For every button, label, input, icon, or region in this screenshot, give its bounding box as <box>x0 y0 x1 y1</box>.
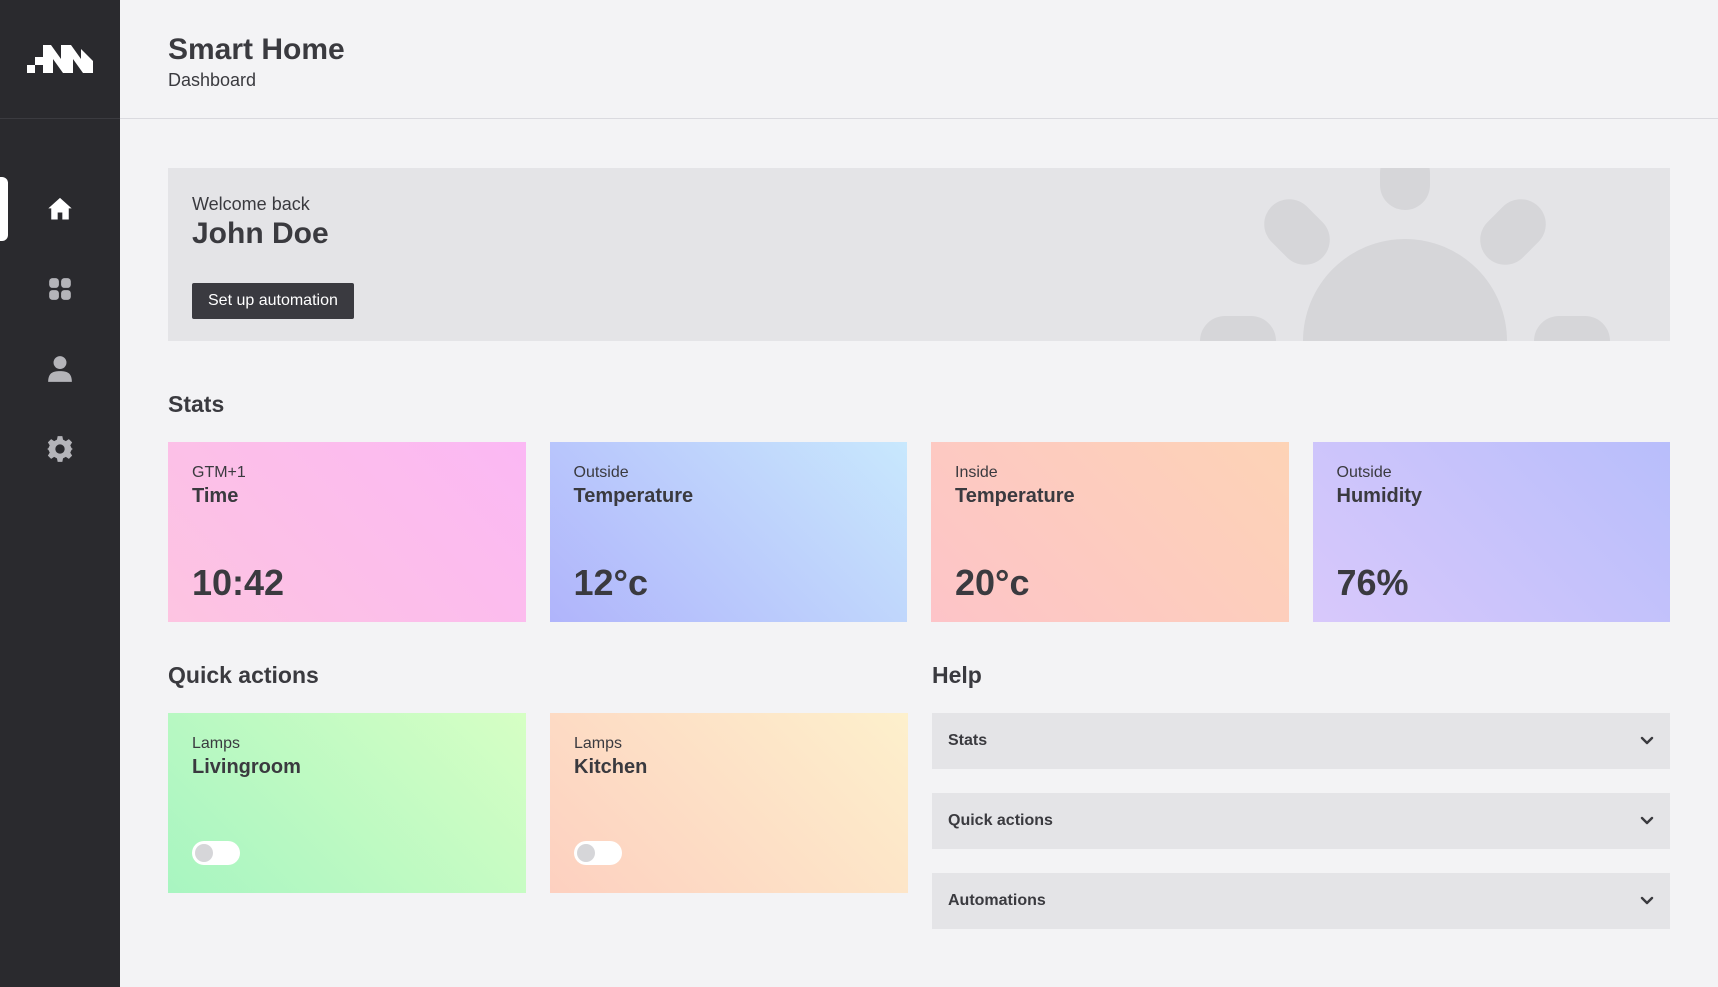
help-item-label: Quick actions <box>948 812 1053 829</box>
stat-card-sublabel: Outside <box>1336 464 1392 481</box>
stat-card-value: 12°c <box>573 562 648 603</box>
stats-row: GTM+1 Time 10:42 Outside Temperature 12°… <box>168 442 1670 622</box>
toggle-knob <box>577 844 595 862</box>
home-icon <box>48 197 72 220</box>
main-content: Welcome back John Doe Set up automation … <box>168 168 1670 953</box>
help-section: Help Stats Quick actions Automations <box>932 662 1670 953</box>
logo-area <box>0 0 120 119</box>
stat-card-inside-temperature: Inside Temperature 20°c <box>931 442 1289 622</box>
quick-action-card-livingroom: Lamps Livingroom <box>168 713 526 893</box>
help-item-stats[interactable]: Stats <box>932 713 1670 769</box>
toggle-knob <box>195 844 213 862</box>
setup-automation-button[interactable]: Set up automation <box>192 283 354 319</box>
stat-card-label: Temperature <box>573 485 694 507</box>
help-heading: Help <box>932 662 982 688</box>
gear-icon <box>47 436 73 462</box>
help-accordion: Stats Quick actions Automations <box>932 713 1670 929</box>
sidebar-item-settings[interactable] <box>0 409 120 489</box>
stat-card-sublabel: Outside <box>573 464 629 481</box>
stat-card-label: Temperature <box>955 485 1075 507</box>
page-header: Smart Home Dashboard <box>120 0 1718 119</box>
stat-card-label: Humidity <box>1336 485 1423 507</box>
quick-action-label: Livingroom <box>192 756 301 778</box>
livingroom-lamp-toggle[interactable] <box>192 841 240 865</box>
stat-card-value: 20°c <box>955 562 1030 603</box>
brand-logo-icon[interactable] <box>27 45 93 73</box>
stat-card-value: 10:42 <box>192 562 285 603</box>
quick-actions-section: Quick actions Lamps Livingroom Lamps Kit… <box>168 662 908 953</box>
stat-card-label: Time <box>192 485 239 507</box>
page-subtitle: Dashboard <box>168 70 257 90</box>
page-title: Smart Home <box>168 33 345 66</box>
help-item-label: Stats <box>948 732 988 749</box>
active-indicator <box>0 177 8 241</box>
stat-card-outside-temperature: Outside Temperature 12°c <box>549 442 907 622</box>
stat-card-outside-humidity: Outside Humidity 76% <box>1312 442 1670 622</box>
welcome-banner: Welcome back John Doe Set up automation <box>168 168 1670 341</box>
quick-actions-row: Lamps Livingroom Lamps Kitchen <box>168 713 908 893</box>
kitchen-lamp-toggle[interactable] <box>574 841 622 865</box>
quick-action-sublabel: Lamps <box>574 735 623 752</box>
help-item-label: Automations <box>948 892 1046 909</box>
quick-actions-heading: Quick actions <box>168 662 319 688</box>
help-item-automations[interactable]: Automations <box>932 873 1670 929</box>
stat-card-time: GTM+1 Time 10:42 <box>168 442 526 622</box>
sidebar-item-profile[interactable] <box>0 329 120 409</box>
user-icon <box>48 356 72 382</box>
chevron-down-icon <box>1640 896 1654 905</box>
bottom-section: Quick actions Lamps Livingroom Lamps Kit… <box>168 662 1670 953</box>
quick-action-card-kitchen: Lamps Kitchen <box>550 713 908 893</box>
quick-action-label: Kitchen <box>574 756 648 778</box>
grid-icon <box>49 278 71 300</box>
sidebar-item-home[interactable] <box>0 169 120 249</box>
stats-heading: Stats <box>168 391 225 417</box>
chevron-down-icon <box>1640 736 1654 745</box>
sun-illustration-icon <box>1200 168 1610 341</box>
help-item-quick-actions[interactable]: Quick actions <box>932 793 1670 849</box>
chevron-down-icon <box>1640 816 1654 825</box>
sidebar-nav <box>0 169 120 489</box>
stat-card-value: 76% <box>1336 562 1409 603</box>
stat-card-sublabel: GTM+1 <box>192 464 246 481</box>
stat-card-sublabel: Inside <box>955 464 998 481</box>
sidebar-item-apps[interactable] <box>0 249 120 329</box>
quick-action-sublabel: Lamps <box>192 735 241 752</box>
sidebar <box>0 0 120 987</box>
